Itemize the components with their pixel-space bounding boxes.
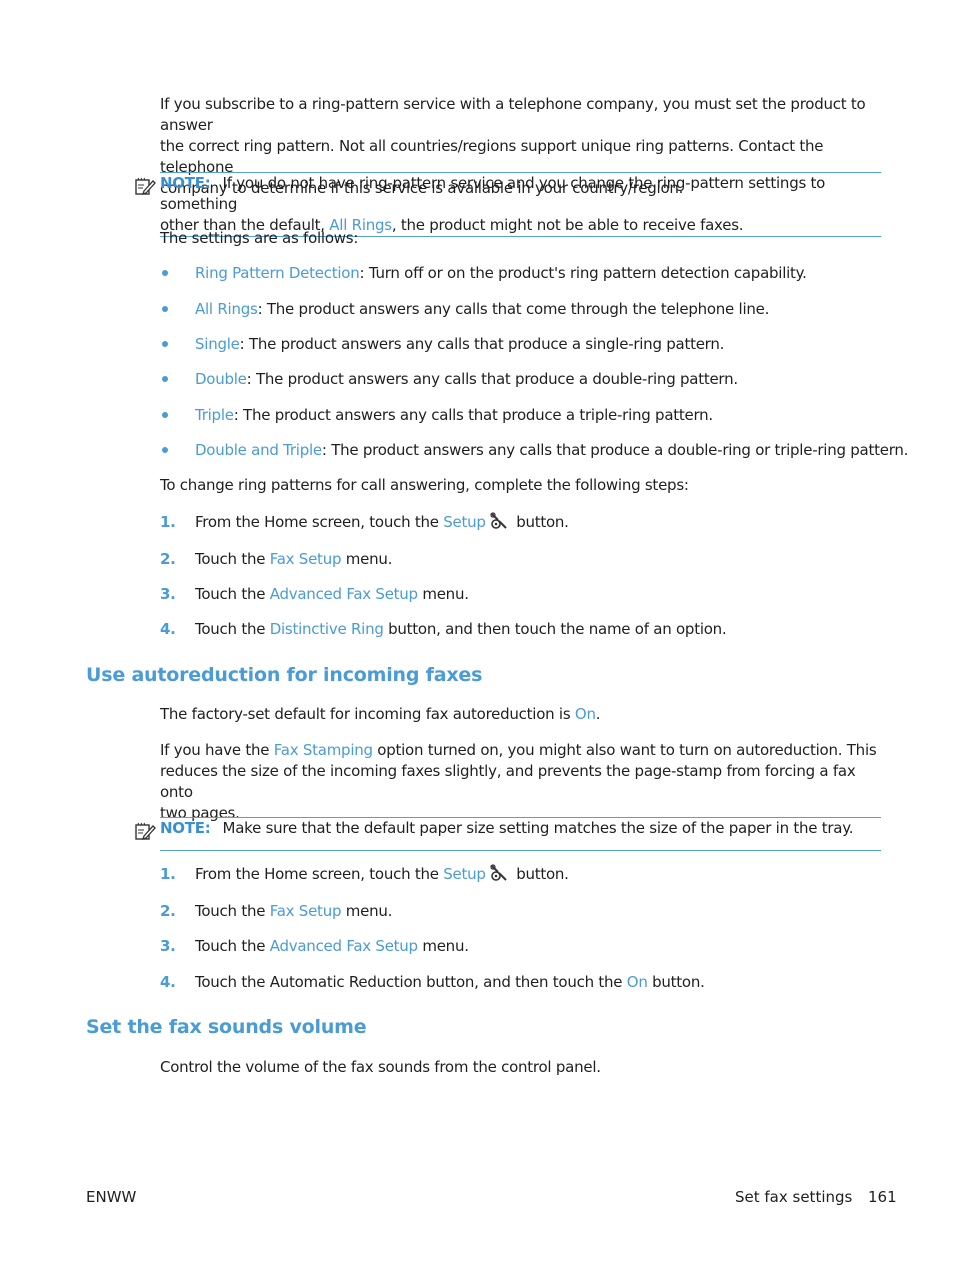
link-setup[interactable]: Setup — [443, 865, 486, 883]
settings-intro: The settings are as follows: — [160, 229, 359, 247]
setup-wrench-icon — [490, 864, 507, 881]
bullet-icon — [162, 376, 168, 382]
fax-sounds-paragraph: Control the volume of the fax sounds fro… — [160, 1058, 601, 1076]
note-pencil-icon — [135, 177, 156, 196]
link-distinctive-ring[interactable]: Distinctive Ring — [270, 620, 384, 638]
link-term[interactable]: Double and Triple — [195, 441, 322, 459]
link-advanced-fax-setup[interactable]: Advanced Fax Setup — [270, 937, 418, 955]
link-setup[interactable]: Setup — [443, 513, 486, 531]
link-term[interactable]: Double — [195, 370, 247, 388]
page-number: 161 — [868, 1188, 897, 1206]
link-term[interactable]: All Rings — [195, 300, 258, 318]
link-on[interactable]: On — [575, 705, 596, 723]
fax-stamping-paragraph: If you have the Fax Stamping option turn… — [160, 741, 877, 822]
steps-intro: To change ring patterns for call answeri… — [160, 476, 689, 494]
link-on[interactable]: On — [627, 973, 648, 991]
bullet-icon — [162, 306, 168, 312]
link-term[interactable]: Ring Pattern Detection — [195, 264, 360, 282]
note-paper-size: NOTE: Make sure that the default paper si… — [135, 817, 881, 851]
bullet-icon — [162, 412, 168, 418]
bullet-icon — [162, 270, 168, 276]
link-fax-setup[interactable]: Fax Setup — [270, 550, 342, 568]
note-pencil-icon — [135, 822, 156, 841]
link-term[interactable]: Single — [195, 335, 240, 353]
footer-section: Set fax settings — [735, 1188, 853, 1206]
link-fax-setup[interactable]: Fax Setup — [270, 902, 342, 920]
link-fax-stamping[interactable]: Fax Stamping — [274, 741, 373, 759]
setup-wrench-icon — [490, 512, 507, 529]
link-advanced-fax-setup[interactable]: Advanced Fax Setup — [270, 585, 418, 603]
section-heading-fax-sounds: Set the fax sounds volume — [86, 1016, 367, 1038]
link-term[interactable]: Triple — [195, 406, 234, 424]
autoreduction-default-paragraph: The factory-set default for incoming fax… — [160, 705, 601, 723]
bullet-icon — [162, 447, 168, 453]
bullet-icon — [162, 341, 168, 347]
footer-left: ENWW — [86, 1188, 137, 1206]
section-heading-autoreduction: Use autoreduction for incoming faxes — [86, 664, 483, 686]
